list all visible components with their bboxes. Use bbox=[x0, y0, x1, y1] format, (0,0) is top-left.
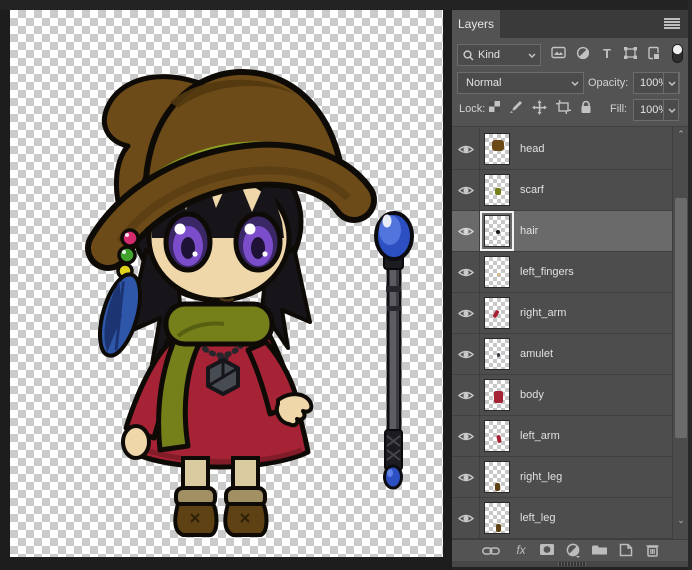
scroll-down-icon[interactable]: ⌄ bbox=[673, 513, 689, 527]
adjustment-layer-filter-icon[interactable] bbox=[573, 46, 593, 64]
layer-row-right-arm[interactable]: right_arm bbox=[452, 293, 672, 334]
new-adjustment-layer-icon[interactable] bbox=[562, 543, 584, 560]
chevron-down-icon bbox=[528, 53, 536, 58]
layer-list-scrollbar[interactable]: ⌃ ⌄ bbox=[672, 127, 688, 539]
layer-thumbnail[interactable] bbox=[484, 297, 510, 329]
shape-layer-filter-icon[interactable] bbox=[620, 46, 640, 64]
staff-artwork bbox=[374, 211, 414, 490]
character-artwork bbox=[85, 69, 414, 537]
layer-visibility-toggle[interactable] bbox=[457, 512, 475, 525]
layer-visibility-toggle[interactable] bbox=[457, 430, 475, 443]
feather bbox=[97, 272, 143, 358]
layer-row-left-fingers[interactable]: left_fingers bbox=[452, 252, 672, 293]
panel-menu-icon[interactable] bbox=[664, 18, 680, 30]
layer-row-body[interactable]: body bbox=[452, 375, 672, 416]
lock-artboard-icon[interactable] bbox=[555, 100, 571, 116]
layer-name[interactable]: left_fingers bbox=[520, 252, 574, 293]
layer-row-head[interactable]: head bbox=[452, 129, 672, 170]
layer-thumbnail[interactable] bbox=[484, 461, 510, 493]
tab-layers[interactable]: Layers bbox=[452, 10, 500, 38]
panel-drag-grip[interactable] bbox=[558, 562, 586, 566]
layer-row-left-arm[interactable]: left_arm bbox=[452, 416, 672, 457]
layer-row-right-leg[interactable]: right_leg bbox=[452, 457, 672, 498]
layer-name[interactable]: body bbox=[520, 375, 544, 416]
eye-right bbox=[233, 211, 283, 273]
lock-transparency-icon[interactable] bbox=[486, 100, 502, 116]
layers-bottom-toolbar: fx bbox=[452, 539, 688, 561]
eye-left bbox=[163, 211, 213, 273]
pixel-layer-filter-icon[interactable] bbox=[548, 46, 568, 64]
link-layers-icon[interactable] bbox=[480, 543, 502, 560]
layers-panel: Layers Kind T Normal Opacity: 100% Lock:… bbox=[452, 0, 692, 570]
lock-position-icon[interactable] bbox=[531, 100, 547, 116]
layer-visibility-toggle[interactable] bbox=[457, 389, 475, 402]
lock-label: Lock: bbox=[459, 103, 486, 115]
layer-list: head scarf hair left_fingers right_arm a… bbox=[452, 127, 688, 539]
layer-thumbnail[interactable] bbox=[484, 133, 510, 165]
layer-name[interactable]: left_leg bbox=[520, 498, 555, 539]
opacity-label: Opacity: bbox=[588, 77, 629, 89]
type-layer-filter-icon[interactable]: T bbox=[597, 46, 617, 64]
layer-thumbnail[interactable] bbox=[484, 256, 510, 288]
layer-row-left-leg[interactable]: left_leg bbox=[452, 498, 672, 539]
smart-object-filter-icon[interactable] bbox=[644, 46, 664, 64]
layer-name[interactable]: amulet bbox=[520, 334, 553, 375]
blend-mode-value: Normal bbox=[466, 77, 502, 89]
layer-thumbnail[interactable] bbox=[484, 420, 510, 452]
layer-visibility-toggle[interactable] bbox=[457, 348, 475, 361]
panel-right-edge bbox=[688, 0, 692, 570]
layer-visibility-toggle[interactable] bbox=[457, 225, 475, 238]
layer-visibility-toggle[interactable] bbox=[457, 184, 475, 197]
document-canvas[interactable] bbox=[10, 10, 443, 557]
kind-filter-dropdown[interactable]: Kind bbox=[457, 44, 541, 66]
layer-thumbnail[interactable] bbox=[484, 338, 510, 370]
lock-paint-icon[interactable] bbox=[508, 100, 524, 116]
layer-visibility-toggle[interactable] bbox=[457, 266, 475, 279]
layer-thumbnail[interactable] bbox=[484, 502, 510, 534]
fill-label: Fill: bbox=[610, 103, 628, 115]
layer-thumbnail[interactable] bbox=[484, 379, 510, 411]
svg-text:T: T bbox=[603, 46, 611, 60]
kind-filter-label: Kind bbox=[478, 49, 501, 61]
new-layer-icon[interactable] bbox=[615, 543, 637, 560]
layer-name[interactable]: hair bbox=[520, 211, 538, 252]
lock-all-icon[interactable] bbox=[578, 100, 594, 116]
scroll-up-icon[interactable]: ⌃ bbox=[673, 127, 689, 141]
layer-style-icon[interactable]: fx bbox=[510, 543, 532, 560]
opacity-dropdown-button[interactable] bbox=[663, 72, 679, 94]
scrollbar-thumb[interactable] bbox=[675, 198, 687, 438]
chevron-down-icon bbox=[571, 81, 579, 86]
search-icon bbox=[463, 50, 474, 61]
layer-filter-toggle[interactable] bbox=[671, 43, 684, 69]
layer-name[interactable]: right_leg bbox=[520, 457, 562, 498]
panel-top-strip bbox=[452, 0, 688, 10]
delete-layer-icon[interactable] bbox=[641, 543, 663, 560]
blend-mode-dropdown[interactable]: Normal bbox=[457, 72, 584, 94]
layer-row-scarf[interactable]: scarf bbox=[452, 170, 672, 211]
layer-name[interactable]: head bbox=[520, 129, 544, 170]
layer-row-amulet[interactable]: amulet bbox=[452, 334, 672, 375]
photoshop-workspace: « ✕ bbox=[0, 0, 692, 570]
fill-dropdown-button[interactable] bbox=[663, 99, 679, 121]
layer-row-hair[interactable]: hair bbox=[452, 211, 672, 252]
new-group-icon[interactable] bbox=[588, 543, 610, 560]
layer-visibility-toggle[interactable] bbox=[457, 143, 475, 156]
chibi-character bbox=[85, 69, 377, 537]
layer-name[interactable]: scarf bbox=[520, 170, 544, 211]
panel-tab-bar: Layers bbox=[452, 10, 688, 38]
add-layer-mask-icon[interactable] bbox=[536, 543, 558, 560]
layer-name[interactable]: right_arm bbox=[520, 293, 566, 334]
layer-visibility-toggle[interactable] bbox=[457, 307, 475, 320]
layer-name[interactable]: left_arm bbox=[520, 416, 560, 457]
layer-thumbnail[interactable] bbox=[480, 211, 514, 251]
layer-visibility-toggle[interactable] bbox=[457, 471, 475, 484]
layer-thumbnail[interactable] bbox=[484, 174, 510, 206]
